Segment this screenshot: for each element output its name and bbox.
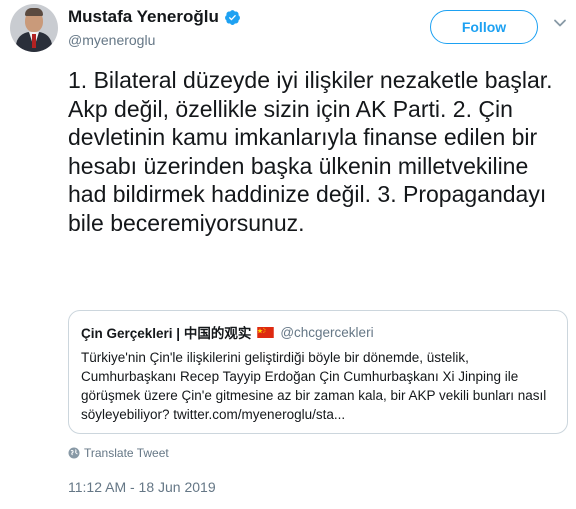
quoted-author-handle: @chcgercekleri: [280, 324, 374, 340]
verified-badge-icon: [224, 9, 240, 25]
quoted-tweet-header: Çin Gerçekleri | 中国的观实 @chcgercekleri: [81, 322, 555, 342]
tweet-timestamp[interactable]: 11:12 AM - 18 Jun 2019: [68, 479, 216, 495]
avatar-tie: [32, 34, 36, 48]
author-handle[interactable]: @myeneroglu: [68, 32, 155, 48]
chevron-down-icon[interactable]: [553, 16, 567, 30]
quoted-tweet[interactable]: Çin Gerçekleri | 中国的观实 @chcgercekleri Tü…: [68, 310, 568, 434]
globe-icon: [68, 447, 80, 459]
china-flag-icon: [257, 326, 275, 338]
avatar[interactable]: [10, 4, 58, 52]
translate-tweet-link[interactable]: Translate Tweet: [68, 446, 169, 460]
tweet-text: 1. Bilateral düzeyde iyi ilişkiler nezak…: [68, 67, 553, 236]
follow-button[interactable]: Follow: [430, 10, 538, 44]
avatar-hair: [25, 8, 43, 16]
quoted-tweet-text: Türkiye'nin Çin'le ilişkilerini geliştir…: [81, 350, 547, 422]
quoted-author-name: Çin Gerçekleri | 中国的观实: [81, 326, 252, 341]
author-display-name[interactable]: Mustafa Yeneroğlu: [68, 7, 219, 27]
tweet: Mustafa Yeneroğlu @myeneroglu Follow 1. …: [0, 0, 576, 509]
translate-tweet-label[interactable]: Translate Tweet: [84, 446, 169, 460]
author-name-row[interactable]: Mustafa Yeneroğlu: [68, 7, 241, 27]
